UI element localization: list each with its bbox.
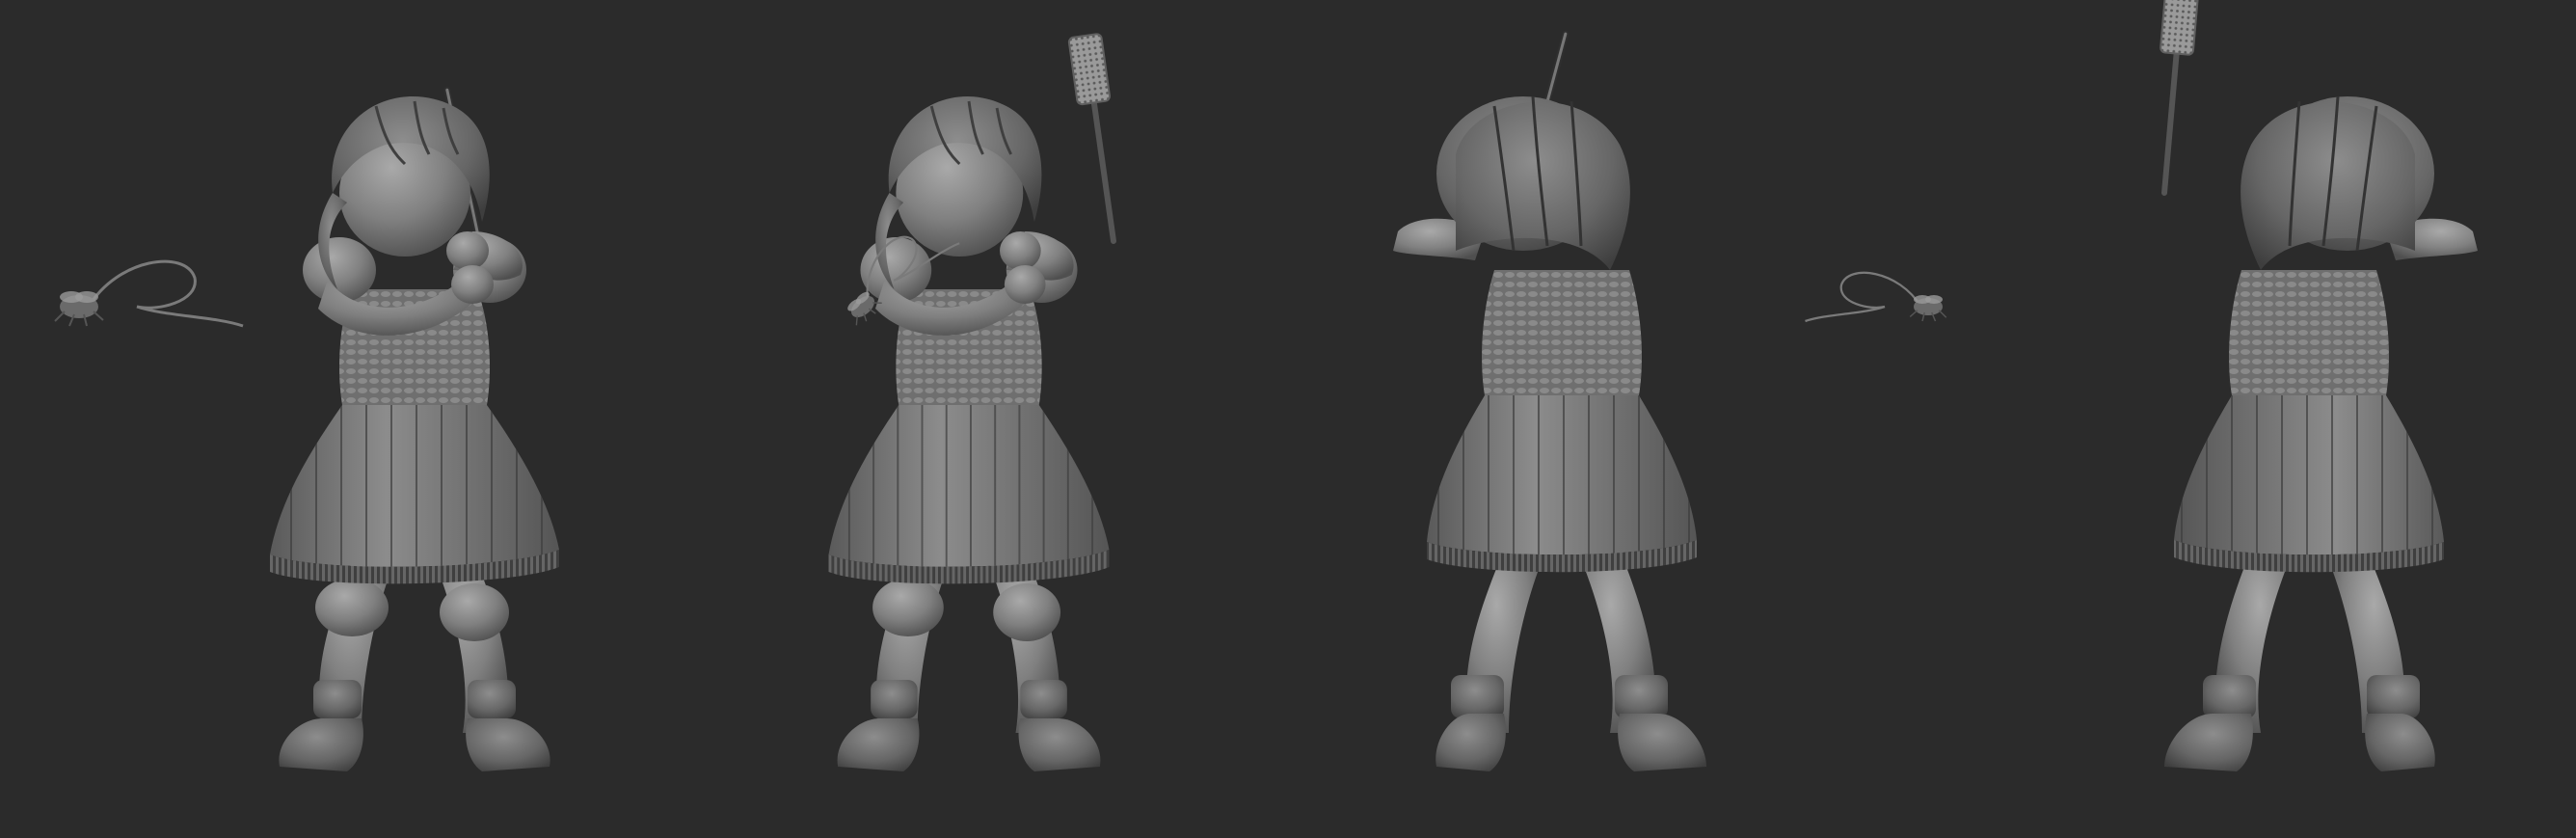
fly-swatter-icon <box>2148 0 2199 194</box>
sculpt-turnaround-viewport <box>0 0 2576 838</box>
figure-front-view <box>268 90 561 773</box>
figure-three-quarter-front-view <box>827 34 1130 773</box>
fly-icon <box>1804 271 1947 323</box>
figure-three-quarter-back-view <box>2148 0 2480 773</box>
fly-swatter-icon <box>1068 34 1130 244</box>
fly-icon <box>53 259 245 328</box>
turnaround-canvas <box>53 0 2480 773</box>
figure-back-view <box>1391 34 1708 773</box>
